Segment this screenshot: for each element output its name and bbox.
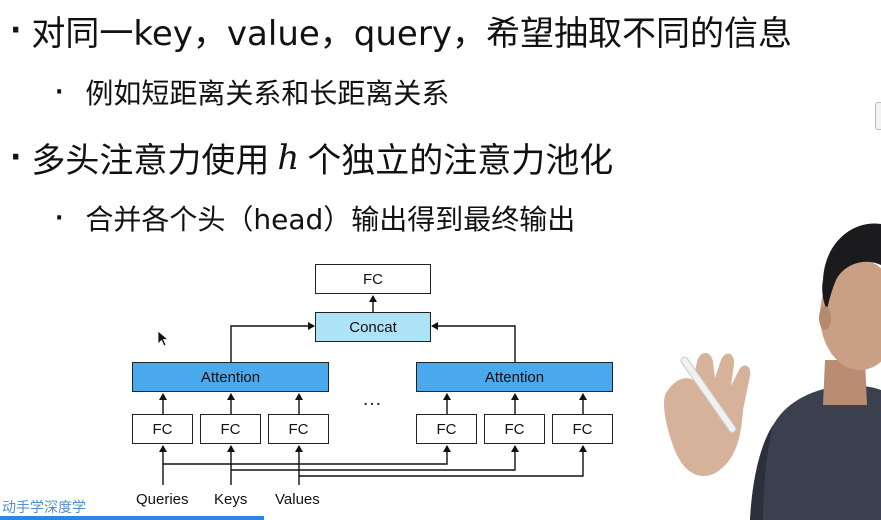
line-value-branch [299,445,587,477]
slide: · 对同一key，value，query，希望抽取不同的信息 · 例如短距离关系… [0,0,881,520]
fc-box-2: FC [200,414,261,444]
ellipsis: … [362,388,382,410]
fc-box-1: FC [132,414,193,444]
attention-box-left: Attention [132,362,329,392]
input-label-queries: Queries [136,491,189,508]
line-key-branch [231,445,519,471]
input-label-keys: Keys [214,491,248,508]
fc-box-3: FC [268,414,329,444]
video-progress-bar[interactable] [0,516,264,520]
arrow-attn-left-to-concat [230,322,315,362]
watermark-text: 动手学深度学 [2,500,86,516]
presenter-video [664,223,881,520]
mouse-cursor-icon [157,330,169,347]
fc-box-6: FC [552,414,613,444]
line-query-branch [163,445,451,465]
input-label-values: Values [275,491,320,508]
fc-box-4: FC [416,414,477,444]
arrow-attn-right-to-concat [431,322,516,362]
fc-output-box: FC [315,264,431,294]
scroll-tab[interactable] [875,102,881,130]
concat-box: Concat [315,312,431,342]
fc-box-5: FC [484,414,545,444]
attention-box-right: Attention [416,362,613,392]
